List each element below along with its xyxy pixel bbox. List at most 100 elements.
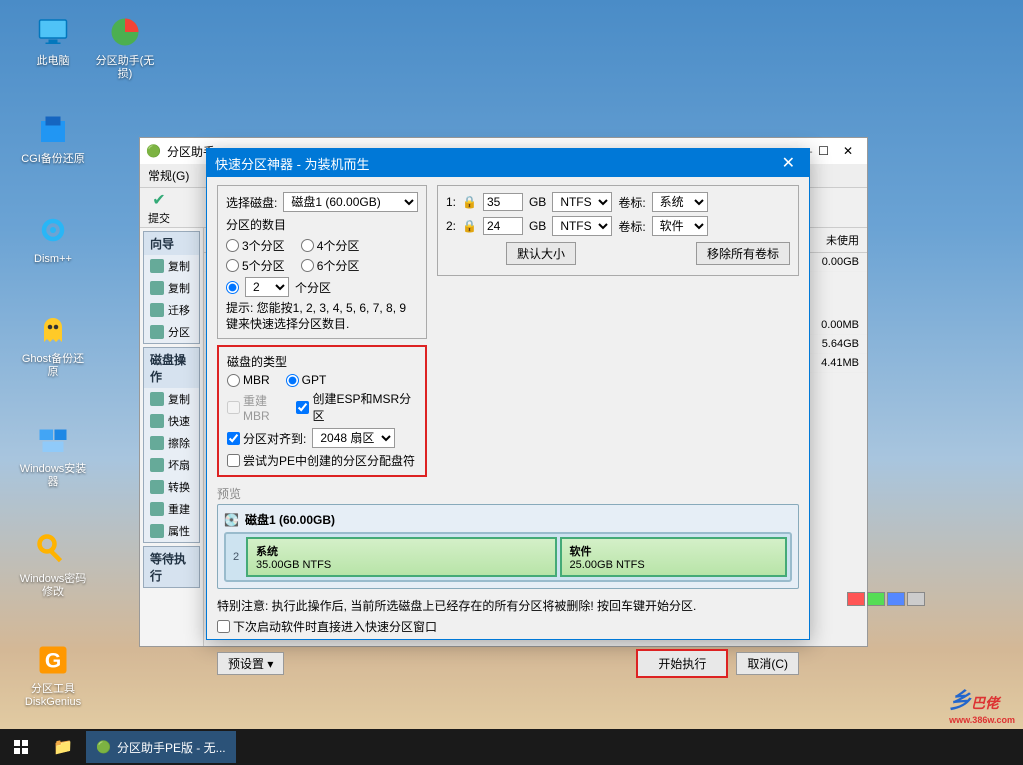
- app-icon: 🟢: [146, 144, 161, 158]
- radio-gpt[interactable]: GPT: [286, 373, 327, 387]
- disk-icon: 💽: [224, 513, 239, 527]
- sidebar-item[interactable]: 复制: [144, 277, 199, 299]
- gear-icon: [33, 210, 73, 250]
- close-button[interactable]: ✕: [835, 142, 861, 160]
- mini-icon: [150, 392, 164, 406]
- disk-select[interactable]: 磁盘1 (60.00GB): [283, 192, 418, 212]
- sidebar-item[interactable]: 擦除: [144, 432, 199, 454]
- part-num: 2:: [446, 219, 456, 233]
- preview-partition-2: 软件 25.00GB NTFS: [560, 537, 788, 577]
- mini-icon: [150, 325, 164, 339]
- radio-5-partitions[interactable]: 5个分区: [226, 257, 285, 274]
- sidebar-item[interactable]: 快速: [144, 410, 199, 432]
- maximize-button[interactable]: ☐: [818, 144, 829, 158]
- checkbox-next-boot[interactable]: 下次启动软件时直接进入快速分区窗口: [217, 618, 799, 635]
- lock-icon[interactable]: 🔒: [462, 219, 477, 233]
- sidebar-item[interactable]: 转换: [144, 476, 199, 498]
- pc-icon: [33, 12, 73, 52]
- preview-count: 2: [229, 537, 243, 577]
- radio-mbr[interactable]: MBR: [227, 373, 270, 387]
- sidebar-item[interactable]: 迁移: [144, 299, 199, 321]
- disk-select-fieldset: 选择磁盘: 磁盘1 (60.00GB) 分区的数目 3个分区 4个分区 5个分区…: [217, 185, 427, 339]
- sidebar-group-disk-ops: 磁盘操作: [144, 348, 199, 388]
- submit-icon[interactable]: ✔: [148, 190, 170, 210]
- desktop-icon-cgi-backup[interactable]: CGI备份还原: [18, 110, 88, 166]
- mini-icon: [150, 436, 164, 450]
- partition-icon: [105, 12, 145, 52]
- mini-icon: [150, 303, 164, 317]
- custom-suffix: 个分区: [295, 279, 331, 296]
- mini-icon: [150, 414, 164, 428]
- taskbar: 📁 🟢 分区助手PE版 - 无...: [0, 729, 1023, 765]
- radio-3-partitions[interactable]: 3个分区: [226, 237, 285, 254]
- hint-text: 提示: 您能按1, 2, 3, 4, 5, 6, 7, 8, 9键来快速选择分区…: [226, 301, 418, 332]
- mini-icon: [150, 480, 164, 494]
- fs-select-1[interactable]: NTFS: [552, 192, 612, 212]
- desktop-icon-this-pc[interactable]: 此电脑: [18, 12, 88, 68]
- watermark: 乡乡巴佬巴佬 www.386w.com: [949, 683, 1015, 725]
- size-input-2[interactable]: [483, 217, 523, 235]
- desktop-icon-partition-assistant[interactable]: 分区助手(无损): [90, 12, 160, 81]
- custom-count-select[interactable]: 2: [245, 277, 289, 297]
- desktop-icon-windows-installer[interactable]: Windows安装器: [18, 420, 88, 489]
- sidebar-item[interactable]: 复制: [144, 255, 199, 277]
- window-icon: [33, 420, 73, 460]
- app-icon: 🟢: [96, 740, 111, 754]
- preset-button[interactable]: 预设置 ▾: [217, 652, 284, 675]
- taskbar-explorer[interactable]: 📁: [42, 729, 84, 765]
- chevron-down-icon: ▾: [267, 657, 273, 671]
- disk-type-fieldset: 磁盘的类型 MBR GPT 重建MBR 创建ESP和MSR分区 分区对齐到: 2…: [217, 345, 427, 477]
- disk-legend: [847, 592, 925, 606]
- cancel-button[interactable]: 取消(C): [736, 652, 799, 675]
- checkbox-create-esp[interactable]: 创建ESP和MSR分区: [296, 390, 417, 424]
- checkbox-rebuild-mbr[interactable]: 重建MBR: [227, 392, 290, 423]
- label-select-1[interactable]: 系统: [652, 192, 708, 212]
- sidebar-item[interactable]: 分区: [144, 321, 199, 343]
- partition-count-label: 分区的数目: [226, 216, 418, 233]
- sidebar-group-pending: 等待执行: [144, 547, 199, 587]
- dialog-close-button[interactable]: ✕: [776, 153, 801, 173]
- lock-icon[interactable]: 🔒: [462, 195, 477, 209]
- radio-4-partitions[interactable]: 4个分区: [301, 237, 360, 254]
- sidebar-item[interactable]: 复制: [144, 388, 199, 410]
- sidebar-item[interactable]: 属性: [144, 520, 199, 542]
- sidebar-item[interactable]: 重建: [144, 498, 199, 520]
- desktop-icon-password[interactable]: Windows密码修改: [18, 530, 88, 599]
- execute-button[interactable]: 开始执行: [636, 649, 728, 678]
- mini-icon: [150, 281, 164, 295]
- radio-6-partitions[interactable]: 6个分区: [301, 257, 360, 274]
- taskbar-app-partition[interactable]: 🟢 分区助手PE版 - 无...: [86, 731, 236, 763]
- preview-panel: 💽 磁盘1 (60.00GB) 2 系统 35.00GB NTFS 软件 25.…: [217, 504, 799, 589]
- fs-select-2[interactable]: NTFS: [552, 216, 612, 236]
- radio-custom-partitions[interactable]: [226, 281, 239, 294]
- label-select-2[interactable]: 软件: [652, 216, 708, 236]
- sidebar: 向导 复制 复制 迁移 分区 磁盘操作 复制 快速 擦除 坏扇 转换 重建 属性…: [140, 228, 204, 646]
- checkbox-try-pe[interactable]: 尝试为PE中创建的分区分配盘符: [227, 452, 417, 469]
- quick-partition-dialog: 快速分区神器 - 为装机而生 ✕ 选择磁盘: 磁盘1 (60.00GB) 分区的…: [206, 148, 810, 640]
- desktop-icon-diskgenius[interactable]: G 分区工具DiskGenius: [18, 640, 88, 709]
- mini-icon: [150, 524, 164, 538]
- preview-label: 预览: [217, 485, 799, 502]
- align-select[interactable]: 2048 扇区: [312, 428, 395, 448]
- sidebar-item[interactable]: 坏扇: [144, 454, 199, 476]
- ghost-icon: [33, 310, 73, 350]
- checkbox-align[interactable]: 分区对齐到:: [227, 430, 306, 447]
- submit-label: 提交: [148, 210, 170, 226]
- warning-text: 特别注意: 执行此操作后, 当前所选磁盘上已经存在的所有分区将被删除! 按回车键…: [217, 597, 799, 614]
- dialog-title: 快速分区神器 - 为装机而生: [215, 154, 370, 173]
- cgi-icon: [33, 110, 73, 150]
- remove-labels-button[interactable]: 移除所有卷标: [696, 242, 790, 265]
- preview-disk-label: 磁盘1 (60.00GB): [245, 511, 335, 528]
- select-disk-label: 选择磁盘:: [226, 194, 277, 211]
- menu-general[interactable]: 常规(G): [148, 167, 189, 184]
- disk-type-legend: 磁盘的类型: [227, 353, 417, 370]
- desktop-icon-ghost-backup[interactable]: Ghost备份还原: [18, 310, 88, 379]
- partitions-fieldset: 1: 🔒 GB NTFS 卷标: 系统 2: 🔒 GB NTFS: [437, 185, 799, 276]
- mini-icon: [150, 458, 164, 472]
- start-button[interactable]: [0, 729, 42, 765]
- dialog-titlebar: 快速分区神器 - 为装机而生 ✕: [207, 149, 809, 177]
- desktop-icon-dism[interactable]: Dism++: [18, 210, 88, 266]
- diskgenius-icon: G: [33, 640, 73, 680]
- size-input-1[interactable]: [483, 193, 523, 211]
- default-size-button[interactable]: 默认大小: [506, 242, 576, 265]
